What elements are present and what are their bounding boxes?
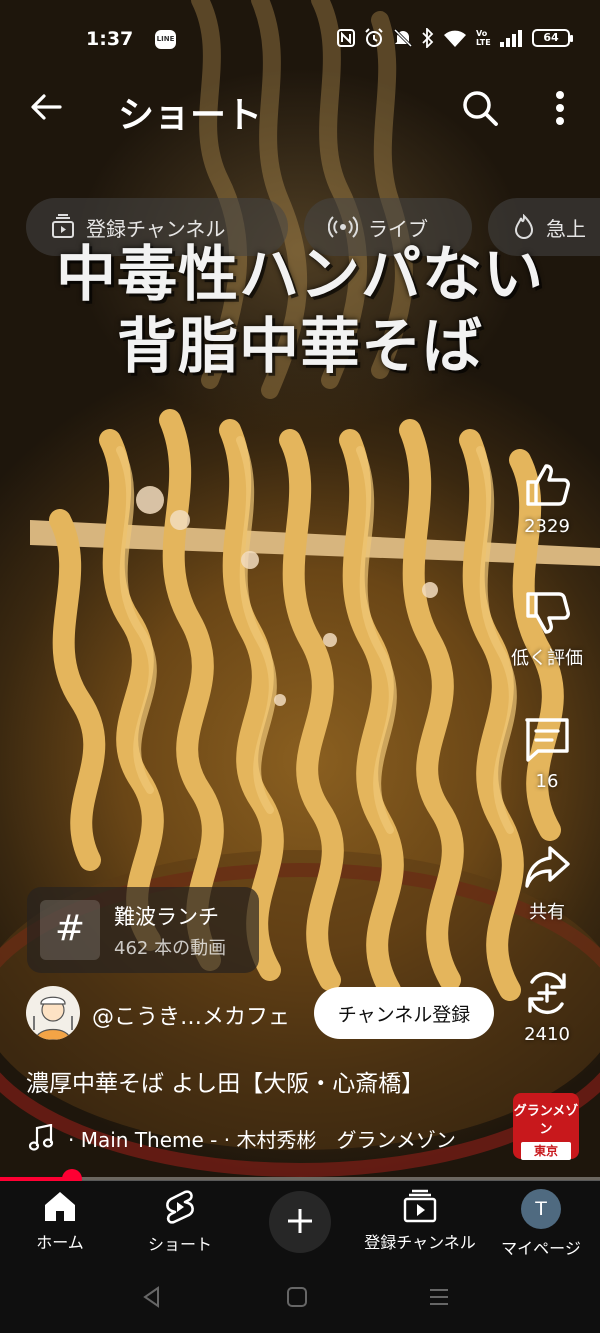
bluetooth-icon: [422, 28, 434, 48]
remix-icon: [528, 971, 566, 1015]
system-recents-icon[interactable]: [427, 1285, 451, 1309]
shorts-icon: [166, 1190, 194, 1224]
sound-thumbnail[interactable]: グランメゾン 東京: [513, 1093, 579, 1160]
sound-thumb-subtitle: 東京: [521, 1142, 571, 1160]
back-arrow-icon[interactable]: [26, 86, 68, 128]
battery-indicator: 64: [532, 29, 573, 47]
comments-button[interactable]: 16: [500, 715, 594, 792]
volte-indicator: Vo LTE: [476, 29, 491, 47]
remix-count: 2410: [524, 1024, 570, 1045]
status-bar: 1:37 LINE Vo LTE 64: [0, 0, 600, 80]
like-button[interactable]: 2329: [500, 460, 594, 537]
thumb-up-icon: [526, 464, 570, 506]
mute-icon: [393, 28, 413, 48]
create-button[interactable]: [269, 1191, 331, 1253]
share-label: 共有: [529, 902, 565, 923]
line-notification-icon: LINE: [155, 30, 176, 49]
nav-mypage-label: マイページ: [501, 1239, 581, 1258]
video-title-line-2: 背脂中華そば: [117, 312, 483, 382]
hashtag-card[interactable]: # 難波ランチ 462 本の動画: [27, 887, 259, 973]
channel-avatar[interactable]: [26, 986, 80, 1040]
share-button[interactable]: 共有: [500, 842, 594, 924]
signal-icon: [500, 30, 522, 47]
nav-subscriptions-label: 登録チャンネル: [364, 1233, 476, 1252]
hashtag-video-count: 462 本の動画: [114, 938, 227, 959]
search-icon[interactable]: [458, 86, 502, 130]
nav-mypage[interactable]: T マイページ: [498, 1189, 584, 1259]
nav-shorts[interactable]: ショート: [142, 1189, 218, 1255]
user-avatar: T: [521, 1189, 561, 1229]
comment-count: 16: [535, 771, 559, 792]
music-note-icon: [28, 1124, 54, 1151]
status-time: 1:37: [86, 28, 134, 50]
subscribe-button[interactable]: チャンネル登録: [314, 987, 494, 1039]
nav-shorts-label: ショート: [147, 1235, 212, 1254]
chef-illustration-icon: [33, 996, 73, 1040]
nav-subscriptions[interactable]: 登録チャンネル: [358, 1189, 482, 1253]
plus-icon: [288, 1208, 312, 1233]
remix-button[interactable]: 2410: [500, 968, 594, 1045]
nfc-icon: [337, 29, 355, 47]
subscriptions-icon: [403, 1189, 437, 1223]
wifi-icon: [444, 30, 466, 47]
share-icon: [525, 846, 570, 888]
nav-home-label: ホーム: [36, 1233, 84, 1252]
channel-name[interactable]: @こうき…メカフェ: [92, 999, 290, 1031]
sound-thumb-title: グランメゾン: [513, 1104, 579, 1137]
page-title: ショート: [118, 95, 263, 136]
hashtag-name: 難波ランチ: [114, 905, 219, 929]
system-navigation-bar: [0, 1265, 600, 1333]
alarm-icon: [365, 28, 383, 47]
thumb-down-icon: [526, 592, 570, 634]
nav-home[interactable]: ホーム: [30, 1189, 90, 1253]
dislike-label: 低く評価: [511, 648, 583, 669]
dislike-button[interactable]: 低く評価: [500, 588, 594, 670]
status-icons: Vo LTE 64: [337, 28, 573, 48]
bottom-navigation: ホーム ショート 登録チャンネル T マイページ: [0, 1181, 600, 1265]
video-description[interactable]: 濃厚中華そば よし田【大阪・心斎橋】: [26, 1064, 424, 1098]
music-track-text: · Main Theme - · 木村秀彬 グランメゾン: [68, 1127, 456, 1152]
top-app-bar: ショート: [0, 80, 600, 136]
hashtag-icon: #: [40, 900, 100, 960]
like-count: 2329: [524, 516, 570, 537]
more-vert-icon[interactable]: [545, 86, 575, 130]
home-icon: [45, 1192, 75, 1221]
music-info[interactable]: · Main Theme - · 木村秀彬 グランメゾン: [28, 1123, 456, 1153]
comment-icon: [525, 718, 569, 762]
system-home-icon[interactable]: [285, 1285, 309, 1309]
system-back-icon[interactable]: [140, 1285, 164, 1309]
